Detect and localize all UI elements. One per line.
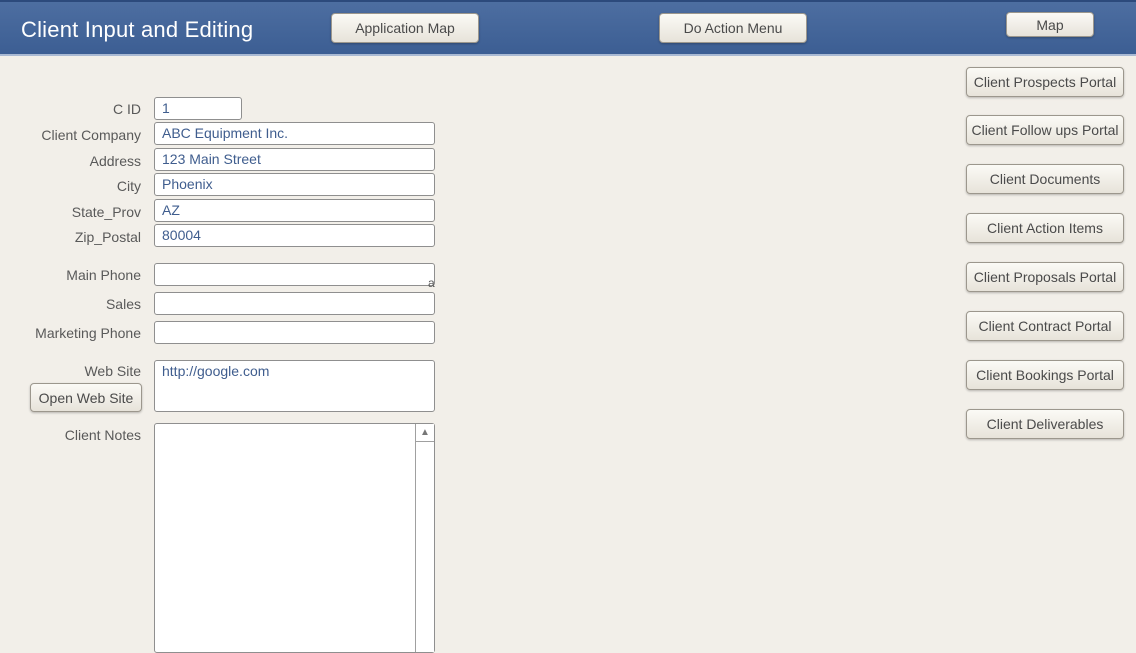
client-prospects-portal-button[interactable]: Client Prospects Portal <box>966 67 1124 97</box>
state-prov-label: State_Prov <box>71 204 141 220</box>
main-phone-field[interactable] <box>154 263 435 286</box>
client-action-items-button[interactable]: Client Action Items <box>966 213 1124 243</box>
application-map-button[interactable]: Application Map <box>331 13 479 43</box>
main-phone-label: Main Phone <box>66 267 141 283</box>
web-site-field[interactable]: http://google.com <box>154 360 435 412</box>
page-title: Client Input and Editing <box>21 17 254 42</box>
notes-scrollbar[interactable]: ▲ <box>415 424 434 652</box>
do-action-menu-button[interactable]: Do Action Menu <box>659 13 807 43</box>
zip-postal-label: Zip_Postal <box>74 229 141 245</box>
client-notes-label: Client Notes <box>64 427 141 443</box>
city-field[interactable]: Phoenix <box>154 173 435 196</box>
client-contract-portal-button[interactable]: Client Contract Portal <box>966 311 1124 341</box>
sales-field[interactable] <box>154 292 435 315</box>
cid-field[interactable]: 1 <box>154 97 242 120</box>
state-prov-field[interactable]: AZ <box>154 199 435 222</box>
marketing-phone-label: Marketing Phone <box>35 325 141 341</box>
marketing-phone-field[interactable] <box>154 321 435 344</box>
zip-postal-field[interactable]: 80004 <box>154 224 435 247</box>
web-site-label: Web Site <box>84 363 141 379</box>
client-documents-button[interactable]: Client Documents <box>966 164 1124 194</box>
cid-label: C ID <box>113 101 141 117</box>
client-follow-ups-portal-button[interactable]: Client Follow ups Portal <box>966 115 1124 145</box>
address-field[interactable]: 123 Main Street <box>154 148 435 171</box>
client-company-field[interactable]: ABC Equipment Inc. <box>154 122 435 145</box>
main-phone-trailing-char: a <box>428 276 435 290</box>
open-web-site-button[interactable]: Open Web Site <box>30 383 142 412</box>
city-label: City <box>116 178 141 194</box>
client-deliverables-button[interactable]: Client Deliverables <box>966 409 1124 439</box>
address-label: Address <box>89 153 141 169</box>
client-notes-field[interactable]: ▲ <box>154 423 435 653</box>
scroll-up-icon[interactable]: ▲ <box>416 424 434 442</box>
map-button[interactable]: Map <box>1006 12 1094 37</box>
client-bookings-portal-button[interactable]: Client Bookings Portal <box>966 360 1124 390</box>
client-proposals-portal-button[interactable]: Client Proposals Portal <box>966 262 1124 292</box>
client-company-label: Client Company <box>41 127 141 143</box>
client-notes-text <box>155 424 434 430</box>
header-bar: Client Input and Editing <box>0 0 1136 56</box>
sales-label: Sales <box>105 296 141 312</box>
